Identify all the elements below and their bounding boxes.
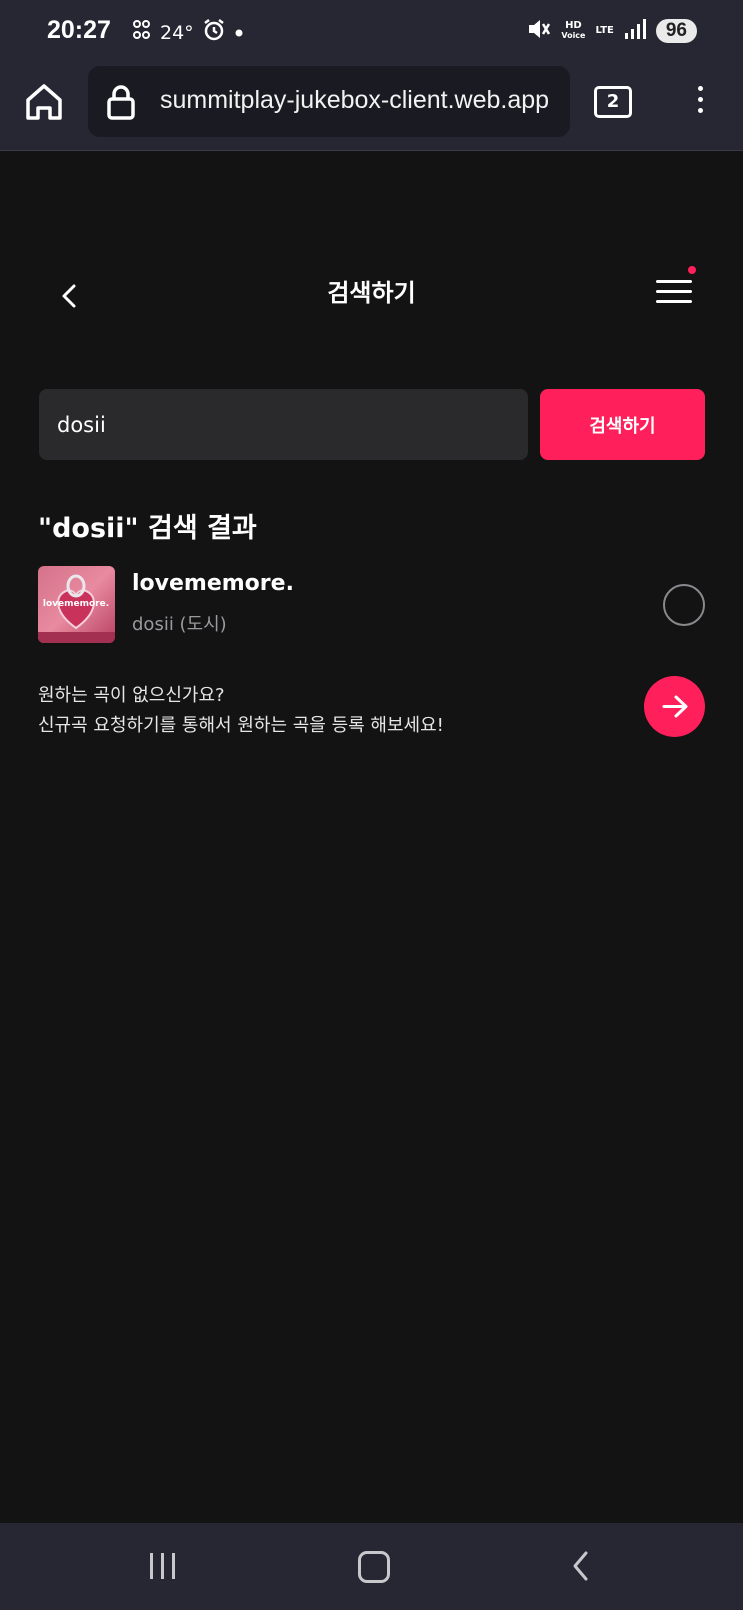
home-nav-icon[interactable] [358,1551,390,1583]
request-song-button[interactable] [644,676,705,737]
hd-voice-bottom: Voice [561,30,586,40]
list-item[interactable]: lovememore. lovememore. dosii (도시) [38,566,705,644]
arrow-right-icon [662,695,688,718]
request-line-1: 원하는 곡이 없으신가요? [38,685,225,706]
alarm-icon [202,18,226,47]
url-text: summitplay-jukebox-client.web.app [160,86,550,114]
hd-voice-icon: HD Voice [561,19,586,41]
request-message: 원하는 곡이 없으신가요? 신규곡 요청하기를 통해서 원하는 곡을 등록 해보… [38,681,444,741]
page-title: 검색하기 [327,279,416,307]
notification-dot-icon [234,23,244,43]
status-notification-icons: 24° [132,18,244,47]
status-time: 20:27 [47,16,111,44]
grid-icon [132,19,152,46]
album-art-text: lovememore. [43,599,109,609]
page-content: 검색하기 검색하기 "dosii" 검색 결과 lo [0,151,743,1523]
system-nav-bar [0,1523,743,1610]
search-input[interactable] [39,389,528,460]
status-temperature: 24° [160,21,194,44]
select-radio[interactable] [663,584,705,626]
more-options-icon[interactable] [688,82,712,122]
search-button[interactable]: 검색하기 [540,389,705,460]
hamburger-menu-icon[interactable] [656,266,696,306]
album-art: lovememore. [38,566,115,643]
battery-level: 96 [655,18,697,43]
recents-icon[interactable] [150,1553,178,1579]
mute-icon [527,18,551,43]
browser-toolbar: summitplay-jukebox-client.web.app 2 [0,66,743,151]
status-bar: 20:27 24° HD Voice LTE 96 [0,0,743,66]
request-line-2: 신규곡 요청하기를 통해서 원하는 곡을 등록 해보세요! [38,715,444,736]
song-title: lovememore. [132,571,294,596]
results-heading: "dosii" 검색 결과 [38,513,257,544]
tab-switcher-button[interactable]: 2 [594,86,632,118]
signal-icon [624,19,646,42]
network-type: LTE [595,24,614,36]
url-bar[interactable]: summitplay-jukebox-client.web.app [88,66,570,137]
status-system-icons: HD Voice LTE 96 [527,18,697,43]
hd-voice-top: HD [565,19,582,31]
notification-badge [688,266,696,274]
back-nav-icon[interactable] [570,1549,592,1583]
home-icon[interactable] [22,80,66,124]
song-artist: dosii (도시) [132,614,227,635]
lock-icon [106,84,136,124]
